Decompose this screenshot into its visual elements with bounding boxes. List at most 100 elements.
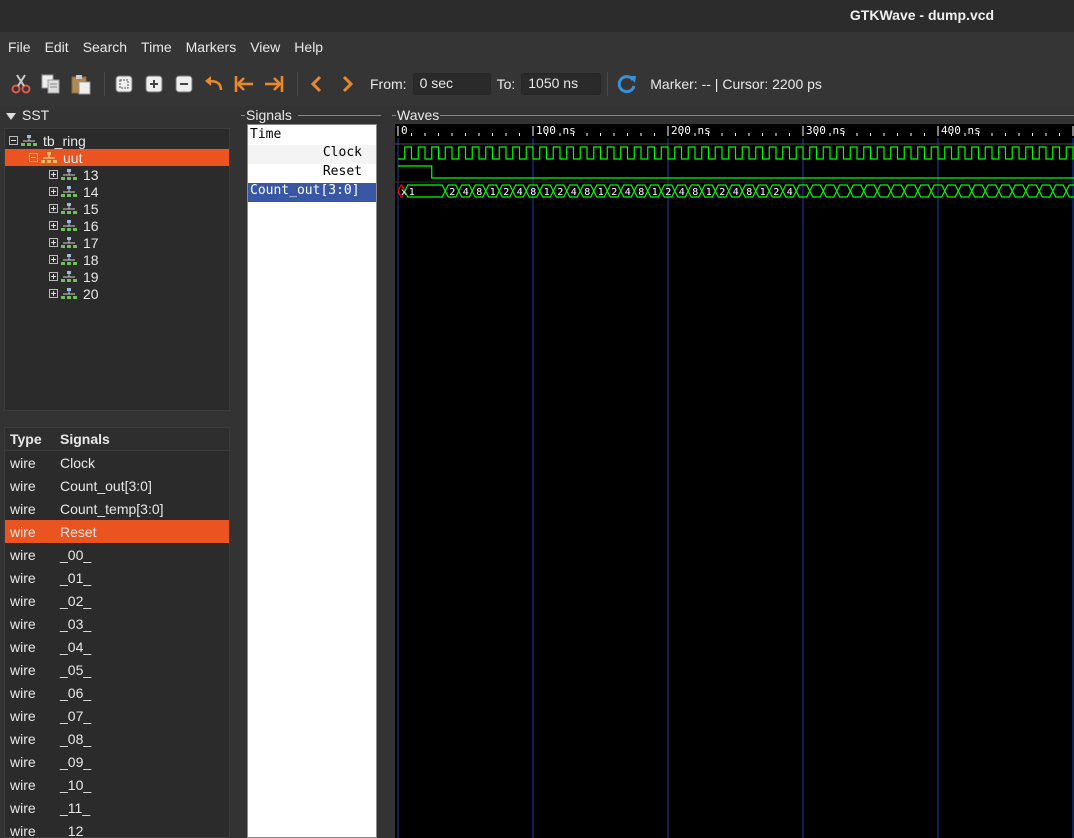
signal-list-row[interactable]: wire Count_temp[3:0] bbox=[5, 497, 229, 520]
tree-node-uut[interactable]: uut bbox=[5, 149, 229, 166]
waveform-canvas[interactable]: 0100 ns200 ns300 ns400 ns500x12481248124… bbox=[395, 124, 1074, 838]
count-out-value-label: 4 bbox=[463, 187, 469, 198]
signal-name: _03_ bbox=[60, 615, 92, 632]
count-out-value-label: 8 bbox=[638, 187, 644, 198]
type-column-header[interactable]: Type bbox=[5, 431, 60, 447]
count-out-value-label: 1 bbox=[490, 187, 496, 198]
copy-icon[interactable] bbox=[38, 71, 64, 97]
signal-type: wire bbox=[10, 661, 36, 678]
signal-list-row[interactable]: wire _06_ bbox=[5, 681, 229, 704]
tree-node-19[interactable]: 19 bbox=[49, 268, 99, 285]
tree-node-label: tb_ring bbox=[43, 132, 86, 149]
tree-node-17[interactable]: 17 bbox=[49, 234, 99, 251]
collapse-icon[interactable] bbox=[9, 136, 18, 145]
to-time-field[interactable]: 1050 ns bbox=[521, 73, 602, 95]
tree-node-15[interactable]: 15 bbox=[49, 200, 99, 217]
tree-node-label: uut bbox=[63, 149, 83, 166]
count-out-segment bbox=[836, 184, 851, 198]
paste-icon[interactable] bbox=[68, 71, 94, 97]
count-out-value-label: 8 bbox=[692, 187, 698, 198]
count-out-value-label: 2 bbox=[449, 187, 455, 198]
marker-cursor-readout: Marker: -- | Cursor: 2200 ps bbox=[650, 76, 822, 92]
signal-list-row[interactable]: wire Count_out[3:0] bbox=[5, 474, 229, 497]
tree-node-label: 20 bbox=[83, 285, 99, 302]
signal-list-row[interactable]: wire _00_ bbox=[5, 543, 229, 566]
signal-row-clock[interactable]: Clock bbox=[248, 145, 376, 164]
signal-list-row[interactable]: wire _03_ bbox=[5, 612, 229, 635]
expand-icon[interactable] bbox=[49, 289, 58, 298]
count-out-value-label: 2 bbox=[557, 187, 563, 198]
menu-edit[interactable]: Edit bbox=[41, 39, 77, 55]
zoom-to-start-icon[interactable] bbox=[231, 71, 257, 97]
tree-node-16[interactable]: 16 bbox=[49, 217, 99, 234]
tree-node-18[interactable]: 18 bbox=[49, 251, 99, 268]
menu-view[interactable]: View bbox=[246, 39, 288, 55]
from-label: From: bbox=[370, 76, 407, 92]
toolbar-separator bbox=[607, 72, 609, 96]
page-left-icon[interactable] bbox=[304, 71, 330, 97]
signals-column-header[interactable]: Signals bbox=[60, 431, 110, 447]
signal-type: wire bbox=[10, 638, 36, 655]
cut-icon[interactable] bbox=[8, 71, 34, 97]
signal-list-row[interactable]: wire _08_ bbox=[5, 727, 229, 750]
signal-list-row[interactable]: wire _09_ bbox=[5, 750, 229, 773]
tree-node-14[interactable]: 14 bbox=[49, 183, 99, 200]
signal-list-header[interactable]: Type Signals bbox=[5, 428, 229, 451]
expand-icon[interactable] bbox=[49, 272, 58, 281]
signal-type: wire bbox=[10, 523, 36, 540]
undo-zoom-icon[interactable] bbox=[201, 71, 227, 97]
zoom-out-icon[interactable] bbox=[171, 71, 197, 97]
count-out-value-label: 4 bbox=[625, 187, 631, 198]
signal-list-row[interactable]: wire _12_ bbox=[5, 819, 229, 838]
expand-icon[interactable] bbox=[49, 187, 58, 196]
count-out-value-label: 1 bbox=[598, 187, 604, 198]
expand-icon[interactable] bbox=[49, 204, 58, 213]
tree-node-20[interactable]: 20 bbox=[49, 285, 99, 302]
waves-pane-header-label: Waves bbox=[397, 107, 440, 123]
collapse-icon[interactable] bbox=[29, 153, 38, 162]
from-time-field[interactable]: 0 sec bbox=[412, 73, 491, 95]
expand-icon[interactable] bbox=[49, 255, 58, 264]
signal-list-row[interactable]: wire _04_ bbox=[5, 635, 229, 658]
page-right-icon[interactable] bbox=[334, 71, 360, 97]
expand-icon[interactable] bbox=[49, 170, 58, 179]
tree-node-13[interactable]: 13 bbox=[49, 166, 99, 183]
menu-markers[interactable]: Markers bbox=[182, 39, 245, 55]
count-out-segment bbox=[957, 184, 973, 198]
collapse-triangle-icon[interactable] bbox=[6, 112, 16, 120]
waveform-view[interactable]: 0100 ns200 ns300 ns400 ns500x12481248124… bbox=[395, 124, 1074, 838]
signal-list-row[interactable]: wire _11_ bbox=[5, 796, 229, 819]
zoom-fit-icon[interactable] bbox=[111, 71, 137, 97]
signal-list-row[interactable]: wire _07_ bbox=[5, 704, 229, 727]
module-icon bbox=[61, 270, 77, 282]
reset-trace bbox=[398, 165, 1074, 179]
signal-list-row[interactable]: wire _05_ bbox=[5, 658, 229, 681]
module-icon bbox=[61, 219, 77, 231]
signal-list-row[interactable]: wire _02_ bbox=[5, 589, 229, 612]
count-out-value-label: 2 bbox=[665, 187, 671, 198]
time-row-label[interactable]: Time bbox=[248, 127, 376, 146]
sst-header[interactable]: SST bbox=[6, 107, 49, 123]
zoom-in-icon[interactable] bbox=[141, 71, 167, 97]
menu-file[interactable]: File bbox=[4, 39, 39, 55]
signal-list-row[interactable]: wire Clock bbox=[5, 451, 229, 474]
count-out-segment bbox=[876, 184, 892, 198]
count-out-value-label: 1 bbox=[760, 187, 766, 198]
expand-icon[interactable] bbox=[49, 238, 58, 247]
signal-list-row[interactable]: wire _10_ bbox=[5, 773, 229, 796]
signal-list-row[interactable]: wire _01_ bbox=[5, 566, 229, 589]
signal-row-reset[interactable]: Reset bbox=[248, 164, 376, 183]
zoom-to-end-icon[interactable] bbox=[261, 71, 287, 97]
expand-icon[interactable] bbox=[49, 221, 58, 230]
menu-search[interactable]: Search bbox=[79, 39, 135, 55]
tree-node-tb-ring[interactable]: tb_ring bbox=[9, 132, 229, 149]
count-out-segment bbox=[1052, 184, 1067, 198]
signal-list-row-selected[interactable]: wire Reset bbox=[5, 520, 229, 543]
ruler-label: 100 ns bbox=[536, 124, 576, 137]
menu-help[interactable]: Help bbox=[290, 39, 331, 55]
signal-type: wire bbox=[10, 822, 36, 838]
signal-name: _12_ bbox=[60, 822, 92, 838]
signal-row-count-out[interactable]: Count_out[3:0] bbox=[248, 183, 376, 202]
menu-time[interactable]: Time bbox=[137, 39, 180, 55]
reload-icon[interactable] bbox=[614, 71, 640, 97]
